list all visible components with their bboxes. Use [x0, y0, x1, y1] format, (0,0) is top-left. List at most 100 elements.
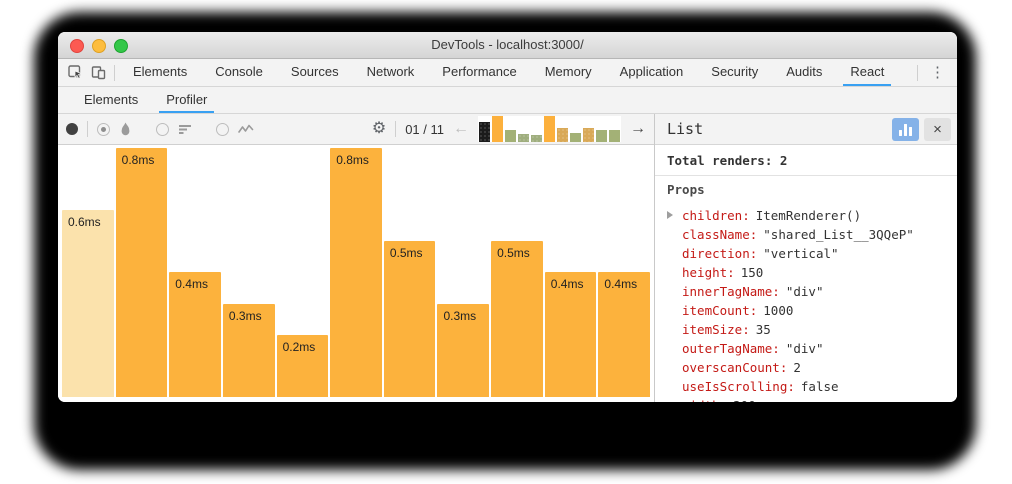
tab-performance[interactable]: Performance [435, 59, 523, 86]
total-renders: Total renders: 2 [655, 145, 957, 176]
chart-bar-8[interactable]: 0.3ms [437, 304, 489, 397]
ranked-chart-icon[interactable] [178, 123, 192, 135]
tab-sources[interactable]: Sources [284, 59, 346, 86]
close-window-button[interactable] [70, 39, 84, 53]
subtab-profiler[interactable]: Profiler [159, 87, 214, 113]
chart-bar-3[interactable]: 0.4ms [169, 272, 221, 397]
prop-value: 35 [756, 322, 771, 337]
prop-key: innerTagName: [682, 284, 780, 299]
devtools-tab-bar: Elements Console Sources Network Performance… [58, 59, 957, 87]
minimize-window-button[interactable] [92, 39, 106, 53]
chart-bar-label: 0.3ms [443, 309, 476, 323]
chart-bar-2[interactable]: 0.8ms [116, 148, 168, 397]
expand-arrow-icon[interactable] [667, 211, 673, 219]
tab-elements[interactable]: Elements [126, 59, 194, 86]
chart-bar-label: 0.8ms [122, 153, 155, 167]
prop-key: className: [682, 227, 757, 242]
react-panel-content: ⚙ 01 / 11 ← → 0.6ms 0.8ms 0.4ms 0.3ms 0.2ms 0… [58, 114, 957, 402]
traffic-lights [70, 39, 128, 53]
prop-value: false [801, 379, 839, 394]
tab-react[interactable]: React [843, 59, 891, 86]
next-snapshot-icon[interactable]: → [630, 121, 646, 137]
snapshot-thumbnail-1[interactable] [479, 122, 490, 142]
interactions-chart-icon[interactable] [238, 123, 254, 135]
tab-network[interactable]: Network [360, 59, 422, 86]
chart-bar-label: 0.6ms [68, 215, 101, 229]
prop-value: "div" [786, 341, 824, 356]
prop-key: itemSize: [682, 322, 750, 337]
subtab-elements[interactable]: Elements [77, 87, 145, 113]
tabbar-icons [58, 59, 119, 86]
device-toolbar-icon[interactable] [91, 65, 106, 80]
chart-bar-9[interactable]: 0.5ms [491, 241, 543, 397]
component-chart-button[interactable] [892, 118, 919, 141]
flame-icon[interactable] [119, 122, 132, 136]
snapshot-thumbnail-5[interactable] [531, 135, 542, 142]
prop-value: 300 [733, 398, 756, 402]
snapshot-thumbnail-10[interactable] [596, 130, 607, 142]
props-section: Props children:ItemRenderer()className:"… [655, 176, 957, 402]
close-details-icon[interactable]: × [924, 118, 951, 141]
chart-bar-7[interactable]: 0.5ms [384, 241, 436, 397]
divider [87, 121, 88, 137]
devtools-window: DevTools - localhost:3000/ Elements Conso… [58, 32, 957, 402]
snapshot-thumbnail-7[interactable] [557, 128, 568, 142]
prop-key: outerTagName: [682, 341, 780, 356]
flamegraph-radio[interactable] [97, 123, 110, 136]
chart-bar-10[interactable]: 0.4ms [545, 272, 597, 397]
snapshot-thumbnail-6[interactable] [544, 116, 555, 142]
profiler-pane: ⚙ 01 / 11 ← → 0.6ms 0.8ms 0.4ms 0.3ms 0.2ms 0… [58, 114, 654, 402]
prop-row-overscanCount: overscanCount: 2 [667, 358, 945, 377]
snapshot-thumbnail-9[interactable] [583, 128, 594, 142]
zoom-window-button[interactable] [114, 39, 128, 53]
prop-key: itemCount: [682, 303, 757, 318]
chart-bar-5[interactable]: 0.2ms [277, 335, 329, 397]
chart-bar-4[interactable]: 0.3ms [223, 304, 275, 397]
prop-key: useIsScrolling: [682, 379, 795, 394]
prop-row-outerTagName: outerTagName: "div" [667, 339, 945, 358]
tab-security[interactable]: Security [704, 59, 765, 86]
previous-snapshot-icon[interactable]: ← [453, 121, 469, 137]
details-header: List × [655, 114, 957, 145]
divider [395, 121, 396, 137]
prop-row-className: className: "shared_List__3QQeP" [667, 225, 945, 244]
prop-value: 2 [793, 360, 801, 375]
inspect-element-icon[interactable] [68, 65, 83, 80]
tab-application[interactable]: Application [613, 59, 691, 86]
props-list: children:ItemRenderer()className:"shared… [667, 206, 945, 402]
settings-gear-icon[interactable]: ⚙ [372, 121, 386, 137]
tab-memory[interactable]: Memory [538, 59, 599, 86]
tab-console[interactable]: Console [208, 59, 270, 86]
chart-bar-label: 0.4ms [604, 277, 637, 291]
snapshot-counter: 01 / 11 [405, 122, 444, 137]
prop-value: "shared_List__3QQeP" [763, 227, 914, 242]
component-name: List [667, 120, 703, 138]
record-icon[interactable] [66, 123, 78, 135]
prop-key: overscanCount: [682, 360, 787, 375]
chart-bar-6[interactable]: 0.8ms [330, 148, 382, 397]
snapshot-thumbnail-11[interactable] [609, 130, 620, 142]
chart-bar-label: 0.8ms [336, 153, 369, 167]
chart-bar-1[interactable]: 0.6ms [62, 210, 114, 397]
snapshot-thumbnail-8[interactable] [570, 133, 581, 142]
title-bar: DevTools - localhost:3000/ [58, 32, 957, 59]
more-options-icon[interactable]: ⋮ [926, 65, 949, 80]
prop-value: 1000 [763, 303, 793, 318]
prop-row-height: height:150 [667, 263, 945, 282]
divider [114, 65, 115, 81]
chart-bar-label: 0.4ms [551, 277, 584, 291]
snapshot-thumbnail-3[interactable] [505, 130, 516, 142]
prop-row-direction: direction:"vertical" [667, 244, 945, 263]
interactions-radio[interactable] [216, 123, 229, 136]
chart-bar-label: 0.3ms [229, 309, 262, 323]
chart-bar-11[interactable]: 0.4ms [598, 272, 650, 397]
devtools-tabs: Elements Console Sources Network Performance… [119, 59, 898, 86]
snapshot-strip [478, 116, 621, 142]
snapshot-thumbnail-2[interactable] [492, 116, 503, 142]
ranked-radio[interactable] [156, 123, 169, 136]
tab-audits[interactable]: Audits [779, 59, 829, 86]
chart-bar-label: 0.2ms [283, 340, 316, 354]
divider [917, 65, 918, 81]
prop-row-useIsScrolling: useIsScrolling: false [667, 377, 945, 396]
snapshot-thumbnail-4[interactable] [518, 134, 529, 142]
